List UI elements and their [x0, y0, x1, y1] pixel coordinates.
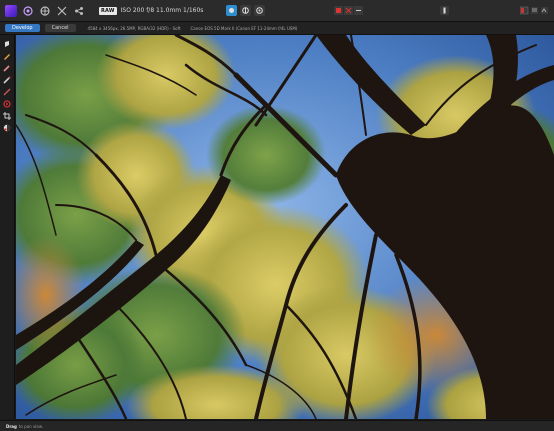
- red-eye-tool-icon[interactable]: [3, 99, 12, 108]
- status-bar: Drag to pan view.: [0, 420, 554, 431]
- view-mode-active-button[interactable]: [226, 5, 237, 16]
- image-info: 4584 x 3456px, 26.5MP, RGBA/32 (HDR) - S…: [87, 25, 181, 31]
- camera-info: Canon EOS 5D Mark II (Canon EF 11-24mm f…: [190, 25, 298, 31]
- mirror-view-button[interactable]: [254, 5, 265, 16]
- view-tool-icon[interactable]: [3, 39, 12, 48]
- white-balance-tool-icon[interactable]: [3, 51, 12, 60]
- exif-info: ISO 200 f/8 11.0mm 1/160s: [120, 7, 204, 14]
- photo-persona-icon[interactable]: [22, 5, 34, 17]
- context-toolbar: Develop Cancel 4584 x 3456px, 26.5MP, RG…: [0, 22, 554, 35]
- liquify-persona-icon[interactable]: [56, 5, 68, 17]
- cancel-button[interactable]: Cancel: [44, 24, 76, 32]
- develop-persona-icon[interactable]: [39, 5, 51, 17]
- histogram-toggle-icon[interactable]: [334, 5, 364, 16]
- pointer-icon[interactable]: [440, 5, 449, 16]
- photo-trees-canopy: [16, 35, 554, 419]
- export-persona-icon[interactable]: [73, 5, 85, 17]
- status-text: to pan view.: [18, 423, 44, 429]
- brush-tool-icon[interactable]: [3, 63, 12, 72]
- status-key: Drag: [6, 423, 17, 429]
- studio-panels-icon[interactable]: [520, 5, 548, 16]
- gradient-tool-icon[interactable]: [3, 87, 12, 96]
- split-view-button[interactable]: [240, 5, 251, 16]
- overlay-tool-icon[interactable]: [3, 123, 12, 132]
- tools-panel: [0, 35, 15, 419]
- erase-tool-icon[interactable]: [3, 75, 12, 84]
- top-toolbar: RAW ISO 200 f/8 11.0mm 1/160s: [0, 0, 554, 22]
- crop-tool-icon[interactable]: [3, 111, 12, 120]
- develop-button[interactable]: Develop: [5, 24, 40, 32]
- image-canvas[interactable]: [16, 35, 554, 419]
- raw-badge: RAW: [99, 6, 117, 15]
- app-logo[interactable]: [5, 4, 17, 17]
